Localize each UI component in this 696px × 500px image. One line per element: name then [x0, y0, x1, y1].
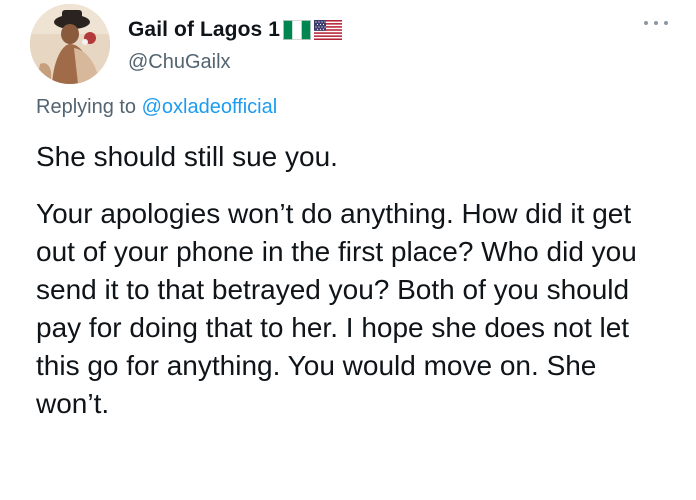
- us-flag-icon: [314, 20, 343, 40]
- reply-mention-link[interactable]: @oxladeofficial: [142, 96, 278, 118]
- avatar[interactable]: [30, 4, 110, 84]
- more-dot: [654, 21, 658, 25]
- replying-to-prefix: Replying to: [36, 96, 142, 118]
- more-dot: [644, 21, 648, 25]
- tweet-paragraph: Your apologies won’t do anything. How di…: [36, 198, 637, 419]
- author-name-row: Gail of Lagos 1: [128, 18, 343, 42]
- display-name[interactable]: Gail of Lagos 1: [128, 18, 280, 42]
- tweet-paragraph: She should still sue you.: [36, 141, 338, 172]
- author-handle[interactable]: @ChuGailx: [128, 51, 231, 74]
- more-options-icon[interactable]: [644, 18, 668, 28]
- tweet-text: She should still sue you. Your apologies…: [36, 138, 676, 423]
- replying-to: Replying to @oxladeofficial: [36, 96, 277, 119]
- tweet-card: Gail of Lagos 1 @ChuGailx Replying to @o…: [0, 0, 696, 500]
- more-dot: [664, 21, 668, 25]
- nigeria-flag-icon: [283, 20, 312, 40]
